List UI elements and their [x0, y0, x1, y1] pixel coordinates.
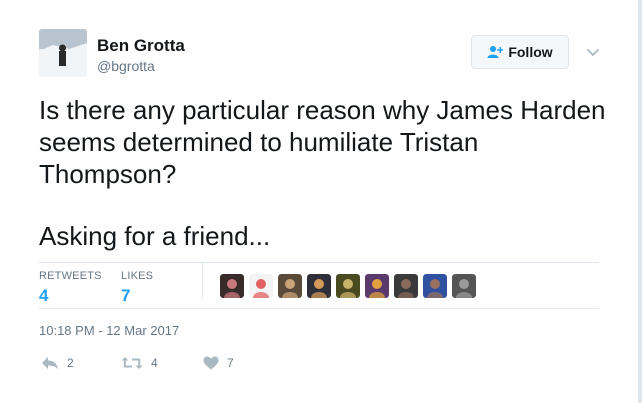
retweets-stat[interactable]: RETWEETS 4	[39, 270, 102, 306]
retweet-icon	[121, 357, 143, 369]
like-button[interactable]: 7	[203, 356, 234, 370]
user-name[interactable]: Ben Grotta	[97, 36, 185, 56]
stats-separator	[202, 263, 203, 299]
user-handle[interactable]: @bgrotta	[97, 58, 155, 74]
chevron-down-icon[interactable]	[585, 44, 601, 60]
liker-avatar[interactable]	[452, 274, 476, 298]
heart-icon	[203, 356, 219, 370]
stats-bottom-divider	[39, 308, 599, 309]
avatar[interactable]	[39, 29, 87, 77]
tweet-text: Is there any particular reason why James…	[39, 94, 609, 252]
like-count: 7	[227, 356, 234, 370]
liker-avatar[interactable]	[423, 274, 447, 298]
liker-avatar[interactable]	[249, 274, 273, 298]
window-edge	[638, 0, 642, 403]
likes-stat[interactable]: LIKES 7	[121, 270, 153, 306]
retweets-label: RETWEETS	[39, 270, 102, 282]
liker-avatar[interactable]	[278, 274, 302, 298]
tweet-paragraph: Is there any particular reason why James…	[39, 95, 606, 189]
reply-icon	[42, 357, 58, 369]
likes-label: LIKES	[121, 270, 154, 282]
liker-avatar[interactable]	[307, 274, 331, 298]
liker-avatar[interactable]	[394, 274, 418, 298]
follow-button[interactable]: Follow	[471, 35, 569, 69]
follow-button-label: Follow	[508, 44, 553, 60]
stats-top-divider	[39, 262, 599, 263]
liker-avatar[interactable]	[336, 274, 360, 298]
retweets-count: 4	[39, 286, 49, 305]
tweet-paragraph: Asking for a friend...	[39, 221, 271, 251]
reply-button[interactable]: 2	[41, 356, 74, 370]
likes-count: 7	[121, 286, 131, 305]
liker-avatar[interactable]	[365, 274, 389, 298]
liker-avatar[interactable]	[220, 274, 244, 298]
avatar-image	[39, 29, 87, 77]
reply-count: 2	[67, 356, 74, 370]
tweet-timestamp[interactable]: 10:18 PM - 12 Mar 2017	[39, 323, 179, 338]
retweet-count: 4	[151, 356, 158, 370]
add-user-icon	[487, 46, 504, 58]
liker-avatars	[220, 274, 476, 298]
retweet-button[interactable]: 4	[121, 356, 158, 370]
